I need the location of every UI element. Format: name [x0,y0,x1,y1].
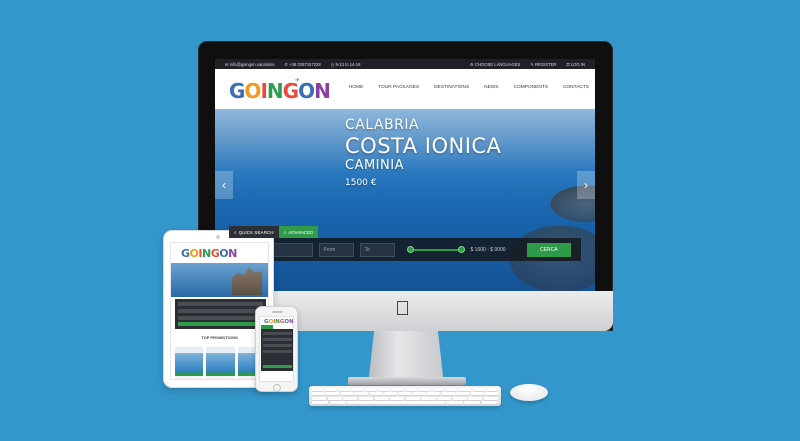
tablet-search-button[interactable] [178,322,263,326]
tab-quick-search[interactable]: ⌕ QUICK SEARCH [229,226,279,238]
hero-region: CALABRIA [345,117,420,133]
hours-text: 9-13 to 14-18 [335,61,361,67]
hours-info: ◷ 9-13 to 14-18 [330,61,361,67]
magic-mouse [510,384,548,401]
speaker-icon [272,311,283,313]
iphone-device: GOINGON [255,306,298,392]
hero-title: COSTA IONICA [345,134,502,158]
tab-quick-label: QUICK SEARCH [238,229,274,235]
choose-languages-link[interactable]: ⚙ CHOOSE LANGUAGES [470,62,520,67]
nav-news[interactable]: NEWS [484,85,498,90]
chevron-right-icon[interactable]: › [577,171,595,199]
register-link[interactable]: ✎ REGISTER [530,62,556,67]
keyboard-row [312,396,498,400]
tablet-promo-cards [175,347,266,379]
tablet-logo[interactable]: GOINGON [181,247,237,260]
tablet-promo-title: TOP PROMOTIONS [201,335,238,340]
phone-search-field[interactable] [263,350,292,353]
top-info-bar: ✉ info@goingon.vacations ✆ +39 028715722… [215,59,595,69]
slider-max-handle[interactable] [457,246,465,253]
slider-track [410,248,461,251]
apple-logo-icon:  [395,299,410,319]
languages-text: CHOOSE LANGUAGES [474,61,521,67]
from-date-input[interactable]: From [318,242,354,257]
search-button[interactable]: CERCA [526,242,572,257]
home-button-icon [273,384,281,392]
price-range-value: $ 1000 - $ 9000 [470,246,506,253]
search-tabs: ⌕ QUICK SEARCH ⌕ ADVANCED [229,226,319,238]
phone-search-field[interactable] [263,338,292,341]
tab-advanced[interactable]: ⌕ ADVANCED [278,226,319,238]
phone-screen: GOINGON [259,316,294,382]
email-text: info@goingon.vacations [229,61,275,67]
search-icon: ⌕ [283,229,287,235]
register-text: REGISTER [535,61,557,67]
keyboard [309,386,501,406]
nav-destinations[interactable]: DESTINATIONS [434,85,469,90]
keyboard-row [312,401,499,404]
price-range-slider[interactable] [406,243,465,257]
phone-search-field[interactable] [263,344,292,347]
phone-search-field[interactable] [263,332,292,335]
tablet-search-field[interactable] [178,316,263,320]
email-link[interactable]: ✉ info@goingon.vacations [225,62,274,67]
phone-link[interactable]: ✆ +39 0287157228 [284,62,320,67]
promo-card[interactable] [175,347,204,379]
goingon-logo[interactable]: GOINGON [229,81,331,101]
phone-search-button[interactable] [263,365,292,368]
tab-advanced-label: ADVANCED [288,229,314,235]
main-menu: HOME TOUR PACKAGES DESTINATIONS NEWS COM… [349,85,589,90]
phone-search-panel [261,329,293,371]
nav-tour-packages[interactable]: TOUR PACKAGES [378,85,419,90]
tablet-search-field[interactable] [178,302,263,306]
promo-card[interactable] [206,347,235,379]
tablet-search-field[interactable] [178,309,263,313]
slider-min-handle[interactable] [406,246,414,253]
login-link[interactable]: ⚿ LOG IN [566,62,585,67]
nav-home[interactable]: HOME [349,85,363,90]
nav-contacts[interactable]: CONTACTS [563,85,589,90]
imac-stand-foot [348,377,466,385]
keyboard-row [312,392,498,396]
phone-text: +39 0287157228 [289,61,321,67]
search-bar: Destination From To $ 1000 - $ 9000 CERC… [229,238,581,261]
hero-price: 1500 € [345,178,377,188]
camera-icon [216,235,220,239]
nav-components[interactable]: COMPONENTS [514,85,548,90]
to-date-input[interactable]: To [359,242,395,257]
login-text: LOG IN [570,61,585,67]
tablet-hero-image [232,267,262,295]
tablet-hero [171,263,268,297]
hero-caption: CALABRIA COSTA IONICA CAMINIA 1500 € [345,117,501,188]
main-navbar: GOINGON ✈ HOME TOUR PACKAGES DESTINATION… [215,69,595,109]
search-icon: ⌕ [234,229,237,235]
hero-subtitle: CAMINIA [345,158,404,173]
chevron-left-icon[interactable]: ‹ [215,171,233,199]
tablet-search-panel [175,299,266,329]
keyboard-row [312,388,498,391]
plane-icon: ✈ [295,78,301,84]
